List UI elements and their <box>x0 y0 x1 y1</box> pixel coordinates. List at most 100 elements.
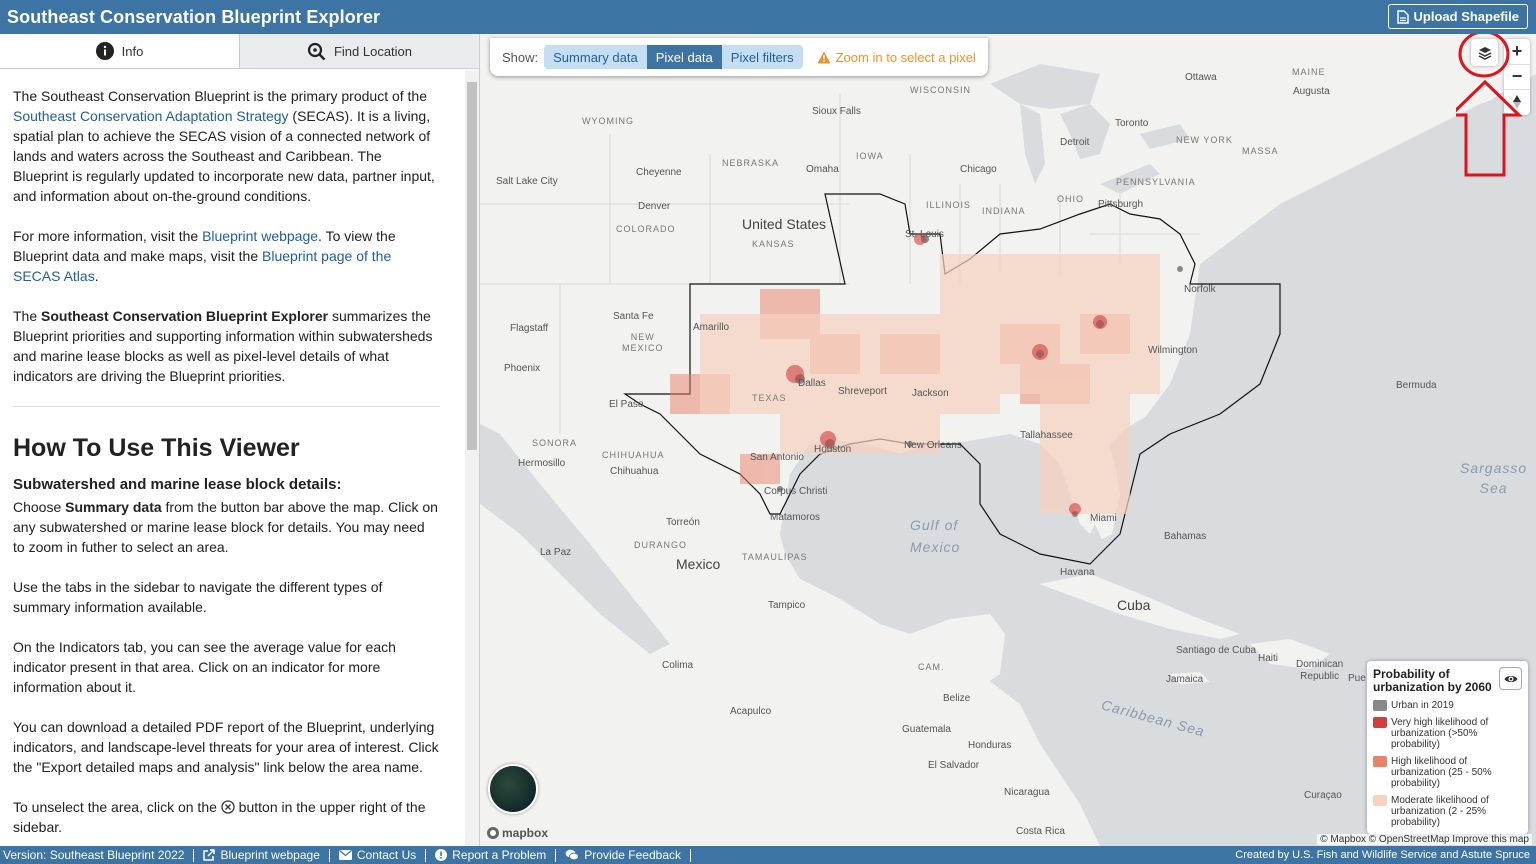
map-attribution[interactable]: © Mapbox © OpenStreetMap Improve this ma… <box>1317 834 1532 845</box>
city-costa-rica: Costa Rica <box>1016 826 1065 837</box>
footer-link-label: Provide Feedback <box>584 848 682 862</box>
exclamation-circle-icon <box>435 849 448 861</box>
city-corpus-christi: Corpus Christi <box>764 486 828 497</box>
text-bold: Summary data <box>65 499 162 515</box>
external-link-icon <box>203 849 216 861</box>
city-hermosillo: Hermosillo <box>518 458 566 469</box>
data-mode-bar: Show: Summary data Pixel data Pixel filt… <box>490 38 988 76</box>
annotation-highlight <box>1456 34 1523 177</box>
map[interactable]: WYOMING NEBRASKA IOWA WISCONSIN ILLINOIS… <box>480 34 1536 846</box>
label-iowa: IOWA <box>856 151 884 161</box>
how-to-heading: How To Use This Viewer <box>13 434 300 462</box>
city-curacao: Curaçao <box>1304 790 1342 801</box>
version-label: Version: Southeast Blueprint 2022 <box>0 848 195 862</box>
provide-feedback-link[interactable]: Provide Feedback <box>556 848 692 862</box>
legend-item: Urban in 2019 <box>1373 700 1522 711</box>
city-jackson: Jackson <box>912 388 949 399</box>
city-colima: Colima <box>662 660 694 671</box>
tab-info-label: Info <box>121 43 144 59</box>
summary-data-button[interactable]: Summary data <box>544 45 647 69</box>
city-amarillo: Amarillo <box>693 322 730 333</box>
divider <box>13 406 440 407</box>
more-info-paragraph: For more information, visit the Blueprin… <box>13 226 440 286</box>
explorer-paragraph: The Southeast Conservation Blueprint Exp… <box>13 306 440 386</box>
label-indiana: INDIANA <box>982 206 1026 216</box>
search-location-icon <box>307 42 326 60</box>
zoom-warning: Zoom in to select a pixel <box>817 50 976 65</box>
city-havana: Havana <box>1060 567 1095 578</box>
city-dominican: Dominican Republic <box>1296 659 1344 682</box>
legend-item: Very high likelihood of urbanization (>5… <box>1373 717 1522 750</box>
label-chihuahua-state: CHIHUAHUA <box>602 450 665 460</box>
label-newyork: NEW YORK <box>1176 135 1233 145</box>
label-maine: MAINE <box>1292 67 1326 77</box>
legend-swatch <box>1373 717 1387 728</box>
blueprint-webpage-link[interactable]: Blueprint webpage <box>202 228 318 244</box>
label-texas: TEXAS <box>752 393 787 403</box>
download-instructions: You can download a detailed PDF report o… <box>13 719 439 775</box>
city-toronto: Toronto <box>1115 118 1149 129</box>
city-phoenix: Phoenix <box>504 363 541 374</box>
tab-info[interactable]: Info <box>0 34 240 68</box>
city-santiago-cuba: Santiago de Cuba <box>1176 645 1257 656</box>
footer-link-label: Report a Problem <box>452 848 547 862</box>
city-bermuda: Bermuda <box>1396 380 1437 391</box>
footer-link-label: Contact Us <box>356 848 417 862</box>
upload-shapefile-label: Upload Shapefile <box>1413 9 1519 24</box>
pixel-filters-button[interactable]: Pixel filters <box>721 45 803 69</box>
app-title: Southeast Conservation Blueprint Explore… <box>7 6 381 27</box>
city-santa-fe: Santa Fe <box>613 311 654 322</box>
city-bahamas: Bahamas <box>1164 531 1207 542</box>
city-ottawa: Ottawa <box>1185 72 1217 83</box>
city-haiti: Haiti <box>1258 653 1279 664</box>
city-jamaica: Jamaica <box>1166 674 1204 685</box>
legend-swatch <box>1373 700 1387 711</box>
city-el-salvador: El Salvador <box>928 760 980 771</box>
report-problem-link[interactable]: Report a Problem <box>426 848 557 862</box>
legend-item-label: High likelihood of urbanization (25 - 50… <box>1391 756 1492 789</box>
city-norfolk: Norfolk <box>1184 284 1216 295</box>
city-detroit: Detroit <box>1060 137 1090 148</box>
zoom-warning-text: Zoom in to select a pixel <box>835 49 976 65</box>
sidebar-scrollbar[interactable] <box>465 70 479 846</box>
city-chihuahua: Chihuahua <box>610 466 659 477</box>
label-ohio: OHIO <box>1057 194 1085 204</box>
tab-find-location[interactable]: Find Location <box>240 34 479 68</box>
mapbox-icon <box>487 827 499 839</box>
city-acapulco: Acapulco <box>730 706 772 717</box>
label-sonora: SONORA <box>532 438 578 448</box>
city-guatemala: Guatemala <box>902 724 951 735</box>
upload-shapefile-button[interactable]: Upload Shapefile <box>1387 4 1528 29</box>
intro-paragraph: The Southeast Conservation Blueprint is … <box>13 86 440 206</box>
label-sargasso-sea: Sargasso Sea <box>1460 460 1528 496</box>
city-sioux-falls: Sioux Falls <box>812 106 861 117</box>
label-illinois: ILLINOIS <box>926 200 972 210</box>
legend-item: Moderate likelihood of urbanization (2 -… <box>1373 795 1522 828</box>
label-nebraska: NEBRASKA <box>722 158 780 168</box>
city-tampico: Tampico <box>768 600 806 611</box>
text: To unselect the area, click on the <box>13 799 221 815</box>
city-new-orleans: New Orleans <box>904 440 962 451</box>
show-label: Show: <box>502 49 539 65</box>
label-new-mexico: NEW MEXICO <box>622 332 664 353</box>
legend-toggle-button[interactable] <box>1499 667 1522 690</box>
secas-link[interactable]: Southeast Conservation Adaptation Strate… <box>13 108 289 124</box>
text: . <box>94 268 99 284</box>
credits: Created by U.S. Fish and Wildlife Servic… <box>1235 849 1530 861</box>
legend-swatch <box>1373 795 1387 806</box>
city-salt-lake: Salt Lake City <box>496 176 558 187</box>
contact-us-link[interactable]: Contact Us <box>330 848 427 862</box>
basemap-toggle-button[interactable] <box>488 764 538 814</box>
pixel-data-button[interactable]: Pixel data <box>646 45 722 69</box>
label-pennsylvania: PENNSYLVANIA <box>1116 177 1196 187</box>
blueprint-webpage-footer-link[interactable]: Blueprint webpage <box>194 848 330 862</box>
tabs-instructions: Use the tabs in the sidebar to navigate … <box>13 579 383 615</box>
footer-link-label: Blueprint webpage <box>220 848 320 862</box>
city-honduras: Honduras <box>968 740 1012 751</box>
legend-title: Probability of urbanization by 2060 <box>1373 667 1492 694</box>
scrollbar-thumb[interactable] <box>467 82 477 450</box>
sidebar-tabs: Info Find Location <box>0 34 479 69</box>
comments-icon <box>565 849 580 861</box>
warning-icon <box>817 51 831 63</box>
mapbox-logo[interactable]: mapbox <box>486 826 548 840</box>
